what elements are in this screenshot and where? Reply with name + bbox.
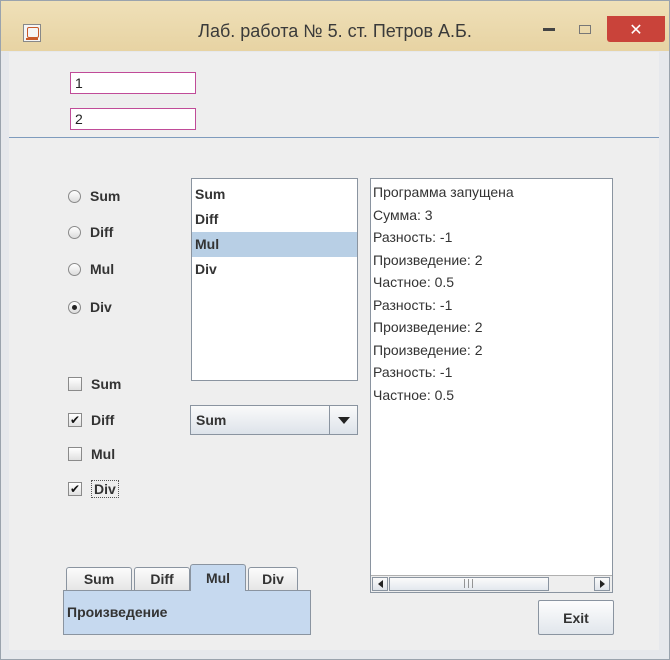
tab-diff[interactable]: Diff — [134, 567, 190, 590]
minimize-button[interactable] — [535, 17, 563, 41]
scroll-thumb[interactable]: ||| — [389, 577, 549, 591]
exit-button[interactable]: Exit — [538, 600, 614, 635]
log-line: Произведение: 2 — [373, 341, 483, 358]
tab-label: Sum — [83, 571, 115, 587]
operation-combo[interactable]: Sum — [190, 405, 358, 435]
operation-list[interactable]: Sum Diff Mul Div — [191, 178, 358, 381]
chevron-left-icon — [377, 580, 383, 588]
scroll-right-button[interactable] — [594, 577, 610, 591]
check-mark-icon: ✔ — [68, 413, 82, 427]
close-button[interactable]: ✕ — [607, 16, 665, 42]
radio-label: Div — [90, 299, 112, 315]
checkbox-label: Diff — [91, 412, 115, 428]
horizontal-scrollbar[interactable]: ||| — [371, 575, 612, 592]
tab-mul[interactable]: Mul — [190, 564, 246, 591]
chevron-down-icon — [337, 416, 350, 424]
radio-circle — [68, 225, 81, 239]
maximize-icon — [579, 24, 591, 34]
tab-div[interactable]: Div — [248, 567, 298, 590]
checkbox-label: Sum — [91, 376, 122, 392]
log-line: Произведение: 2 — [373, 251, 483, 268]
number-field-1[interactable] — [70, 72, 196, 94]
radio-diff[interactable]: Diff — [68, 222, 113, 242]
tab-sum[interactable]: Sum — [66, 567, 132, 590]
scroll-left-button[interactable] — [372, 577, 388, 591]
chevron-right-icon — [599, 580, 605, 588]
list-item-selected[interactable]: Mul — [192, 232, 357, 257]
log-line: Произведение: 2 — [373, 319, 483, 335]
title-bar[interactable]: Лаб. работа № 5. ст. Петров А.Б. ✕ — [1, 1, 669, 51]
log-line: Сумма: 3 — [373, 206, 433, 223]
log-line: Разность: -1 — [373, 364, 453, 380]
combo-arrow-button[interactable] — [329, 406, 357, 434]
radio-label: Sum — [90, 188, 121, 204]
log-textarea[interactable]: Программа запущена Сумма: 3 Разность: -1… — [370, 178, 613, 593]
checkbox-sum[interactable]: Sum — [68, 374, 121, 394]
combo-value: Sum — [196, 412, 227, 428]
log-line: Программа запущена — [373, 184, 514, 200]
log-line: Частное: 0.5 — [373, 274, 455, 290]
tab-panel: Произведение — [63, 590, 311, 635]
checkbox-box — [68, 377, 82, 391]
radio-mul[interactable]: Mul — [68, 259, 114, 279]
log-line: Частное: 0.5 — [373, 386, 455, 403]
tab-label: Diff — [150, 571, 174, 587]
minimize-icon — [543, 27, 555, 31]
maximize-button[interactable] — [571, 17, 599, 41]
tab-label: Div — [262, 571, 284, 587]
tab-panel-text: Произведение — [67, 604, 168, 620]
check-mark-icon: ✔ — [68, 482, 82, 496]
radio-circle — [68, 189, 81, 203]
radio-circle — [68, 300, 81, 314]
radio-div[interactable]: Div — [68, 297, 112, 317]
window-title: Лаб. работа № 5. ст. Петров А.Б. — [198, 21, 472, 41]
exit-button-label: Exit — [563, 609, 589, 626]
close-icon: ✕ — [629, 19, 643, 39]
log-line: Разность: -1 — [373, 296, 453, 313]
checkbox-div[interactable]: ✔ Div — [68, 479, 119, 499]
radio-label: Diff — [90, 224, 114, 240]
log-line: Разность: -1 — [373, 229, 453, 245]
checkbox-diff[interactable]: ✔ Diff — [68, 410, 114, 430]
log-lines: Программа запущена Сумма: 3 Разность: -1… — [371, 179, 612, 406]
number-field-2[interactable] — [70, 108, 196, 130]
checkbox-label: Div — [91, 480, 119, 498]
radio-sum[interactable]: Sum — [68, 186, 120, 206]
list-item[interactable]: Sum — [192, 182, 357, 207]
list-item[interactable]: Div — [192, 257, 357, 282]
checkbox-box — [68, 447, 82, 461]
separator — [9, 137, 659, 138]
list-item[interactable]: Diff — [192, 207, 357, 232]
radio-circle — [68, 262, 81, 276]
checkbox-mul[interactable]: Mul — [68, 444, 115, 464]
checkbox-label: Mul — [91, 446, 116, 462]
tab-label: Mul — [205, 570, 231, 586]
radio-label: Mul — [90, 261, 115, 277]
